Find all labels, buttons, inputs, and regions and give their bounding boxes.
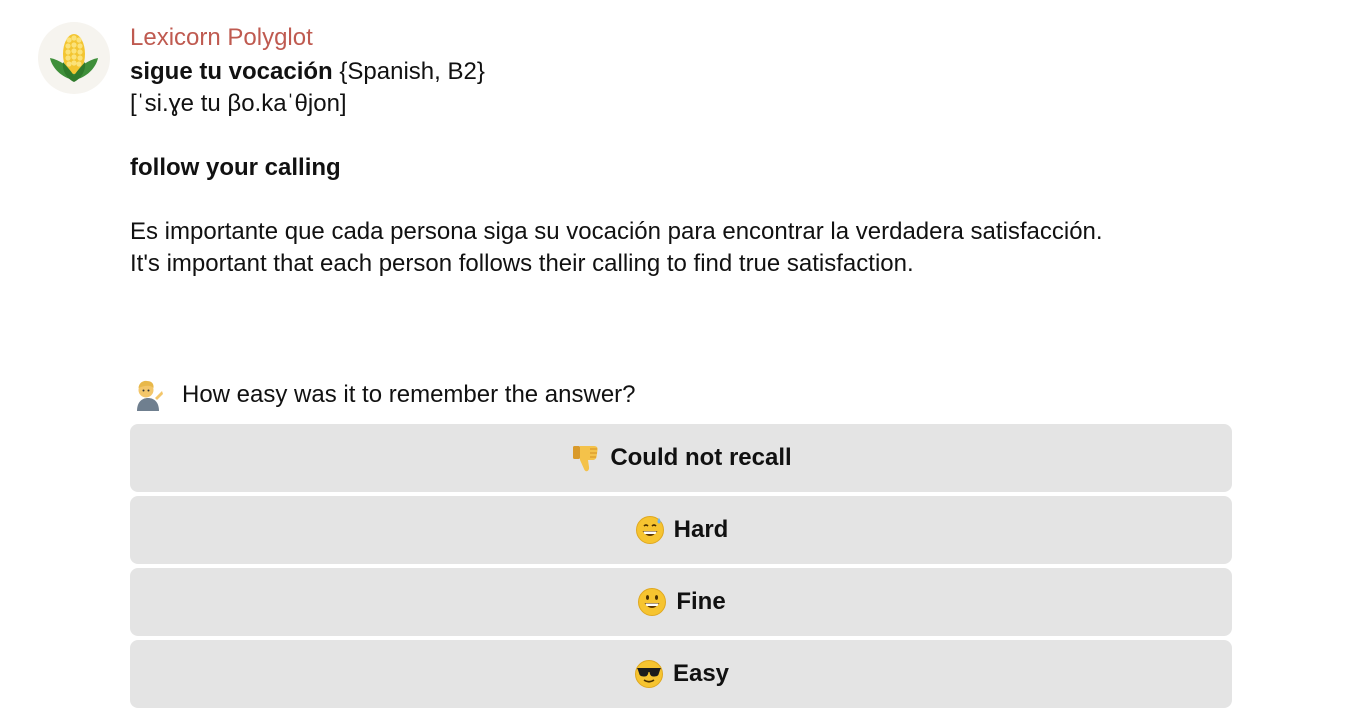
translation: follow your calling [130, 154, 341, 181]
pronunciation: [ˈsi.ɣe tu βo.kaˈθjon] [130, 90, 347, 117]
avatar[interactable] [38, 22, 110, 94]
hard-label: Hard [673, 516, 729, 543]
could-not-recall-button[interactable]: Could not recall [130, 424, 1232, 492]
fine-label: Fine [676, 588, 726, 615]
term: sigue tu vocación [130, 58, 333, 85]
recall-question: How easy was it to remember the answer? [130, 378, 636, 412]
could-not-recall-label: Could not recall [610, 444, 792, 471]
person-tipping-hand-icon [130, 378, 166, 412]
language-level-tag: {Spanish, B2} [339, 58, 485, 85]
example-english: It's important that each person follows … [130, 250, 914, 277]
sender-name[interactable]: Lexicorn Polyglot [130, 22, 1240, 56]
easy-button[interactable]: Easy [130, 640, 1232, 708]
term-line: sigue tu vocación {Spanish, B2} [130, 56, 1240, 88]
corn-logo-icon [50, 34, 98, 82]
grinning-sweat-face-icon [634, 514, 666, 546]
message: Lexicorn Polyglot sigue tu vocación {Spa… [130, 22, 1240, 280]
fine-button[interactable]: Fine [130, 568, 1232, 636]
hard-button[interactable]: Hard [130, 496, 1232, 564]
question-text: How easy was it to remember the answer? [182, 381, 636, 408]
thumbs-down-icon [570, 442, 602, 474]
sunglasses-face-icon [633, 658, 665, 690]
grinning-face-icon [636, 586, 668, 618]
example-spanish: Es importante que cada persona siga su v… [130, 218, 1103, 245]
easy-label: Easy [672, 660, 730, 687]
